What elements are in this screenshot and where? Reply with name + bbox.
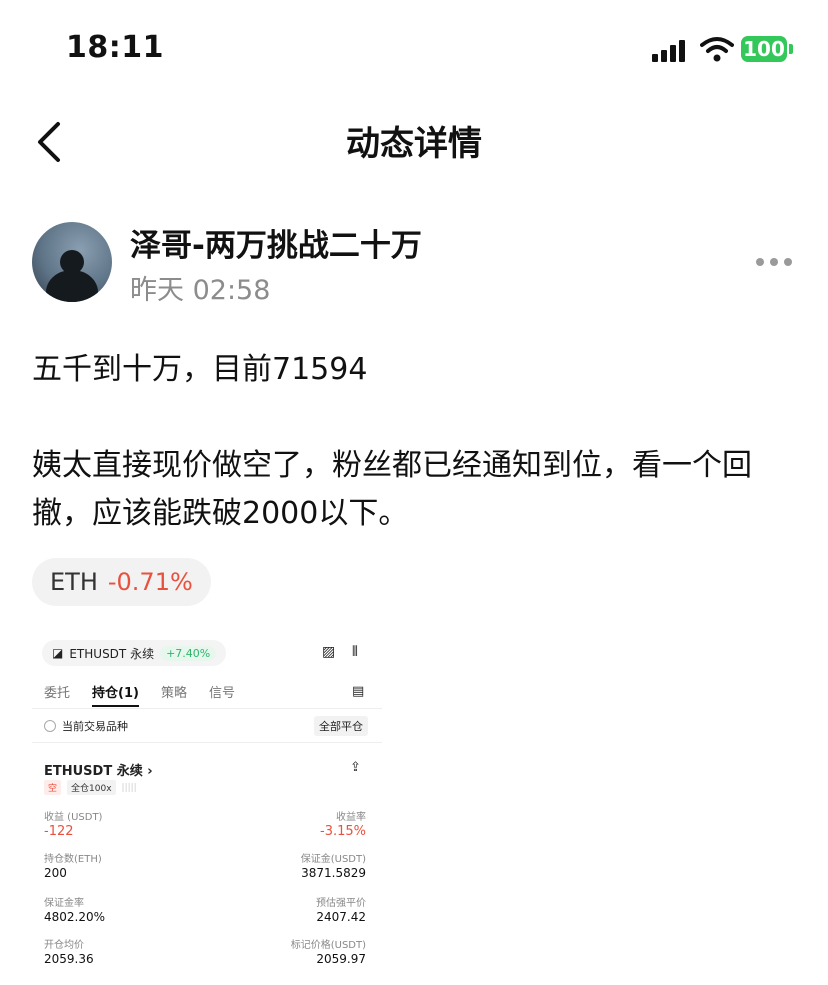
margin-rate-value: 4802.20% xyxy=(44,910,106,924)
liq-label: 预估强平价 xyxy=(316,898,366,909)
post-paragraph: 姨太直接现价做空了，粉丝都已经通知到位，看一个回撤，应该能跌破2000以下。 xyxy=(32,448,752,531)
margin-rate-label: 保证金率 xyxy=(44,898,84,909)
tab-signal: 信号 xyxy=(208,686,235,701)
attached-screenshot[interactable]: ◪ ETHUSDT 永续 +7.40% ▨ ⫴ 委托 持仓(1) 策略 信号 ▤… xyxy=(32,628,382,973)
liq-value: 2407.42 xyxy=(316,910,366,924)
status-time: 18:11 xyxy=(66,30,164,65)
radio-icon xyxy=(44,720,56,732)
post-line: 五千到十万，目前71594 xyxy=(32,352,368,387)
post-time: 昨天 02:58 xyxy=(130,275,271,306)
current-pair-label: 当前交易品种 xyxy=(62,720,128,733)
chart-icon: ▨ xyxy=(322,644,336,660)
divider xyxy=(32,742,382,743)
qty-value: 200 xyxy=(44,866,67,880)
pair-change: +7.40% xyxy=(160,645,217,661)
pair-pill: ◪ ETHUSDT 永续 +7.40% xyxy=(42,640,227,666)
qty-label: 持仓数(ETH) xyxy=(44,854,102,865)
coin-tag-symbol: ETH xyxy=(50,568,98,596)
more-options-icon[interactable] xyxy=(756,258,792,266)
margin-value: 3871.5829 xyxy=(301,866,366,880)
pair-icon: ◪ xyxy=(52,646,64,660)
order-tabs: 委托 持仓(1) 策略 信号 xyxy=(44,682,235,707)
close-all-button: 全部平仓 xyxy=(314,716,368,736)
avatar[interactable] xyxy=(32,222,112,302)
side-badge: 空 xyxy=(44,780,62,795)
cellular-signal-icon xyxy=(652,38,690,62)
coin-tag[interactable]: ETH -0.71% xyxy=(32,558,211,606)
coin-tag-change: -0.71% xyxy=(107,568,193,596)
wifi-icon xyxy=(700,37,734,62)
divider xyxy=(32,708,382,709)
entry-label: 开仓均价 xyxy=(44,940,84,951)
margin-mode-badge: 全仓100x xyxy=(67,780,116,795)
mark-label: 标记价格(USDT) xyxy=(290,940,366,951)
leverage-bars: ||||| xyxy=(121,782,137,793)
author-name[interactable]: 泽哥-两万挑战二十万 xyxy=(130,220,422,265)
entry-value: 2059.36 xyxy=(44,952,94,966)
pnl-label: 收益 (USDT) xyxy=(44,812,103,823)
margin-label: 保证金(USDT) xyxy=(300,854,366,865)
pnl-rate-value: -3.15% xyxy=(320,824,366,839)
battery-cap xyxy=(789,44,793,54)
mark-value: 2059.97 xyxy=(316,952,366,966)
position-badges: 空 全仓100x ||||| xyxy=(44,780,137,795)
position-title: ETHUSDT 永续 › xyxy=(44,764,153,779)
pair-name: ETHUSDT 永续 xyxy=(69,646,155,661)
tab-strategy: 策略 xyxy=(160,686,187,701)
share-icon: ⇪ xyxy=(350,760,361,775)
battery-icon: 100 xyxy=(741,36,787,62)
pnl-value: -122 xyxy=(44,824,74,839)
candles-icon: ⫴ xyxy=(352,644,358,660)
page-title: 动态详情 xyxy=(346,124,482,164)
tab-positions: 持仓(1) xyxy=(92,682,139,707)
document-icon: ▤ xyxy=(352,684,365,699)
tab-orders: 委托 xyxy=(44,686,71,701)
pnl-rate-label: 收益率 xyxy=(336,812,366,823)
